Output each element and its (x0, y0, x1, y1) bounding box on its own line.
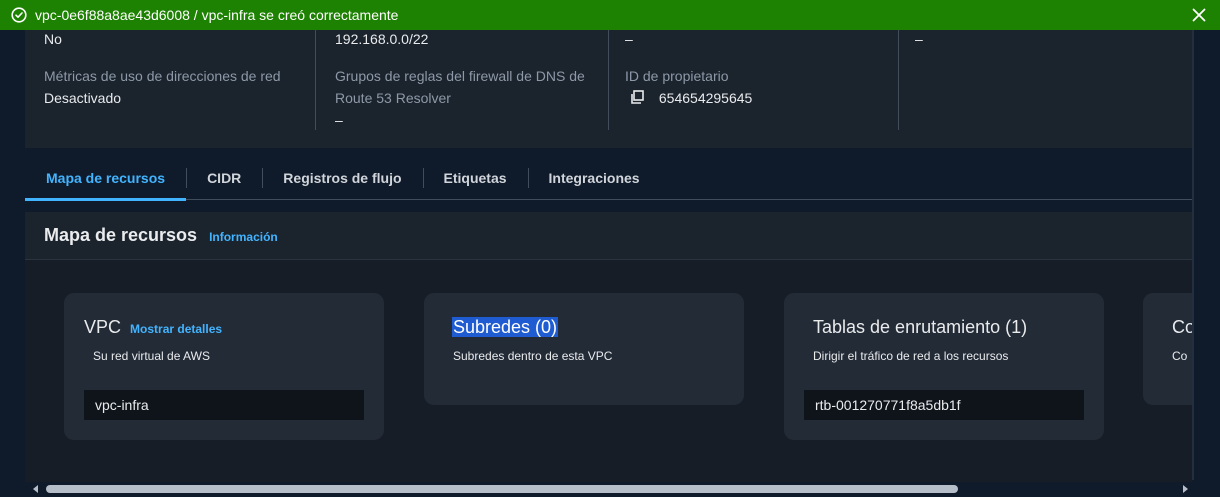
show-details-link[interactable]: Mostrar detalles (130, 322, 222, 336)
tab-flow-logs[interactable]: Registros de flujo (262, 156, 422, 200)
card-title: Tablas de enrutamiento (1) (813, 317, 1028, 337)
close-icon[interactable] (1184, 0, 1214, 30)
owner-id-row: 654654295645 (625, 87, 752, 109)
copy-icon[interactable] (629, 89, 645, 105)
card-title-text: Subredes (0) (452, 317, 559, 337)
success-flashbar: vpc-0e6f88a8ae43d6008 / vpc-infra se cre… (0, 0, 1220, 30)
detail-label: Métricas de uso de direcciones de red (44, 68, 281, 84)
scroll-right-icon[interactable] (1178, 482, 1192, 496)
card-description: Co (1172, 349, 1188, 363)
detail-value: No (44, 31, 62, 47)
route-tables-card: Tablas de enrutamiento (1) Dirigir el tr… (784, 293, 1104, 440)
vpc-item[interactable]: vpc-infra (84, 390, 364, 420)
owner-id-value: 654654295645 (658, 90, 753, 106)
card-title: Co (1172, 317, 1192, 337)
detail-value: – (915, 31, 923, 47)
vertical-scrollbar[interactable] (1192, 30, 1220, 480)
card-description: Dirigir el tráfico de red a los recursos (813, 349, 1009, 363)
detail-value: Desactivado (44, 90, 122, 106)
tab-integrations[interactable]: Integraciones (527, 156, 661, 200)
resource-map-header: Mapa de recursos Información (25, 212, 1192, 260)
tab-resource-map[interactable]: Mapa de recursos (25, 156, 187, 201)
section-title: Mapa de recursos (44, 225, 198, 245)
detail-tabs: Mapa de recursos CIDR Registros de flujo… (25, 156, 1192, 201)
subnets-card: Subredes (0) Subredes dentro de esta VPC (424, 293, 744, 405)
card-title: VPC Mostrar detalles (84, 317, 222, 338)
card-description: Su red virtual de AWS (93, 349, 210, 363)
tab-tags[interactable]: Etiquetas (422, 156, 528, 200)
scroll-left-icon[interactable] (29, 482, 43, 496)
tab-cidr[interactable]: CIDR (186, 156, 262, 200)
connections-card: Co Co (1143, 293, 1192, 405)
card-title-text: VPC (84, 317, 122, 337)
card-title: Subredes (0) (452, 317, 559, 338)
detail-label: Route 53 Resolver (335, 90, 451, 106)
scrollbar-thumb[interactable] (46, 485, 958, 493)
check-circle-icon (11, 7, 27, 23)
detail-value: 192.168.0.0/22 (335, 31, 429, 47)
card-description: Subredes dentro de esta VPC (453, 349, 613, 363)
detail-label: Grupos de reglas del firewall de DNS de (335, 68, 585, 84)
flash-message: vpc-0e6f88a8ae43d6008 / vpc-infra se cre… (35, 7, 399, 23)
detail-value: – (335, 112, 343, 128)
detail-label: ID de propietario (625, 68, 729, 84)
resource-map-container: Mapa de recursos Información VPC Mostrar… (25, 212, 1192, 482)
route-table-item[interactable]: rtb-001270771f8a5db1f (804, 390, 1084, 420)
vpc-card: VPC Mostrar detalles Su red virtual de A… (64, 293, 384, 440)
info-link[interactable]: Información (209, 230, 278, 244)
horizontal-scrollbar[interactable] (25, 482, 1192, 496)
detail-value: – (625, 31, 633, 47)
